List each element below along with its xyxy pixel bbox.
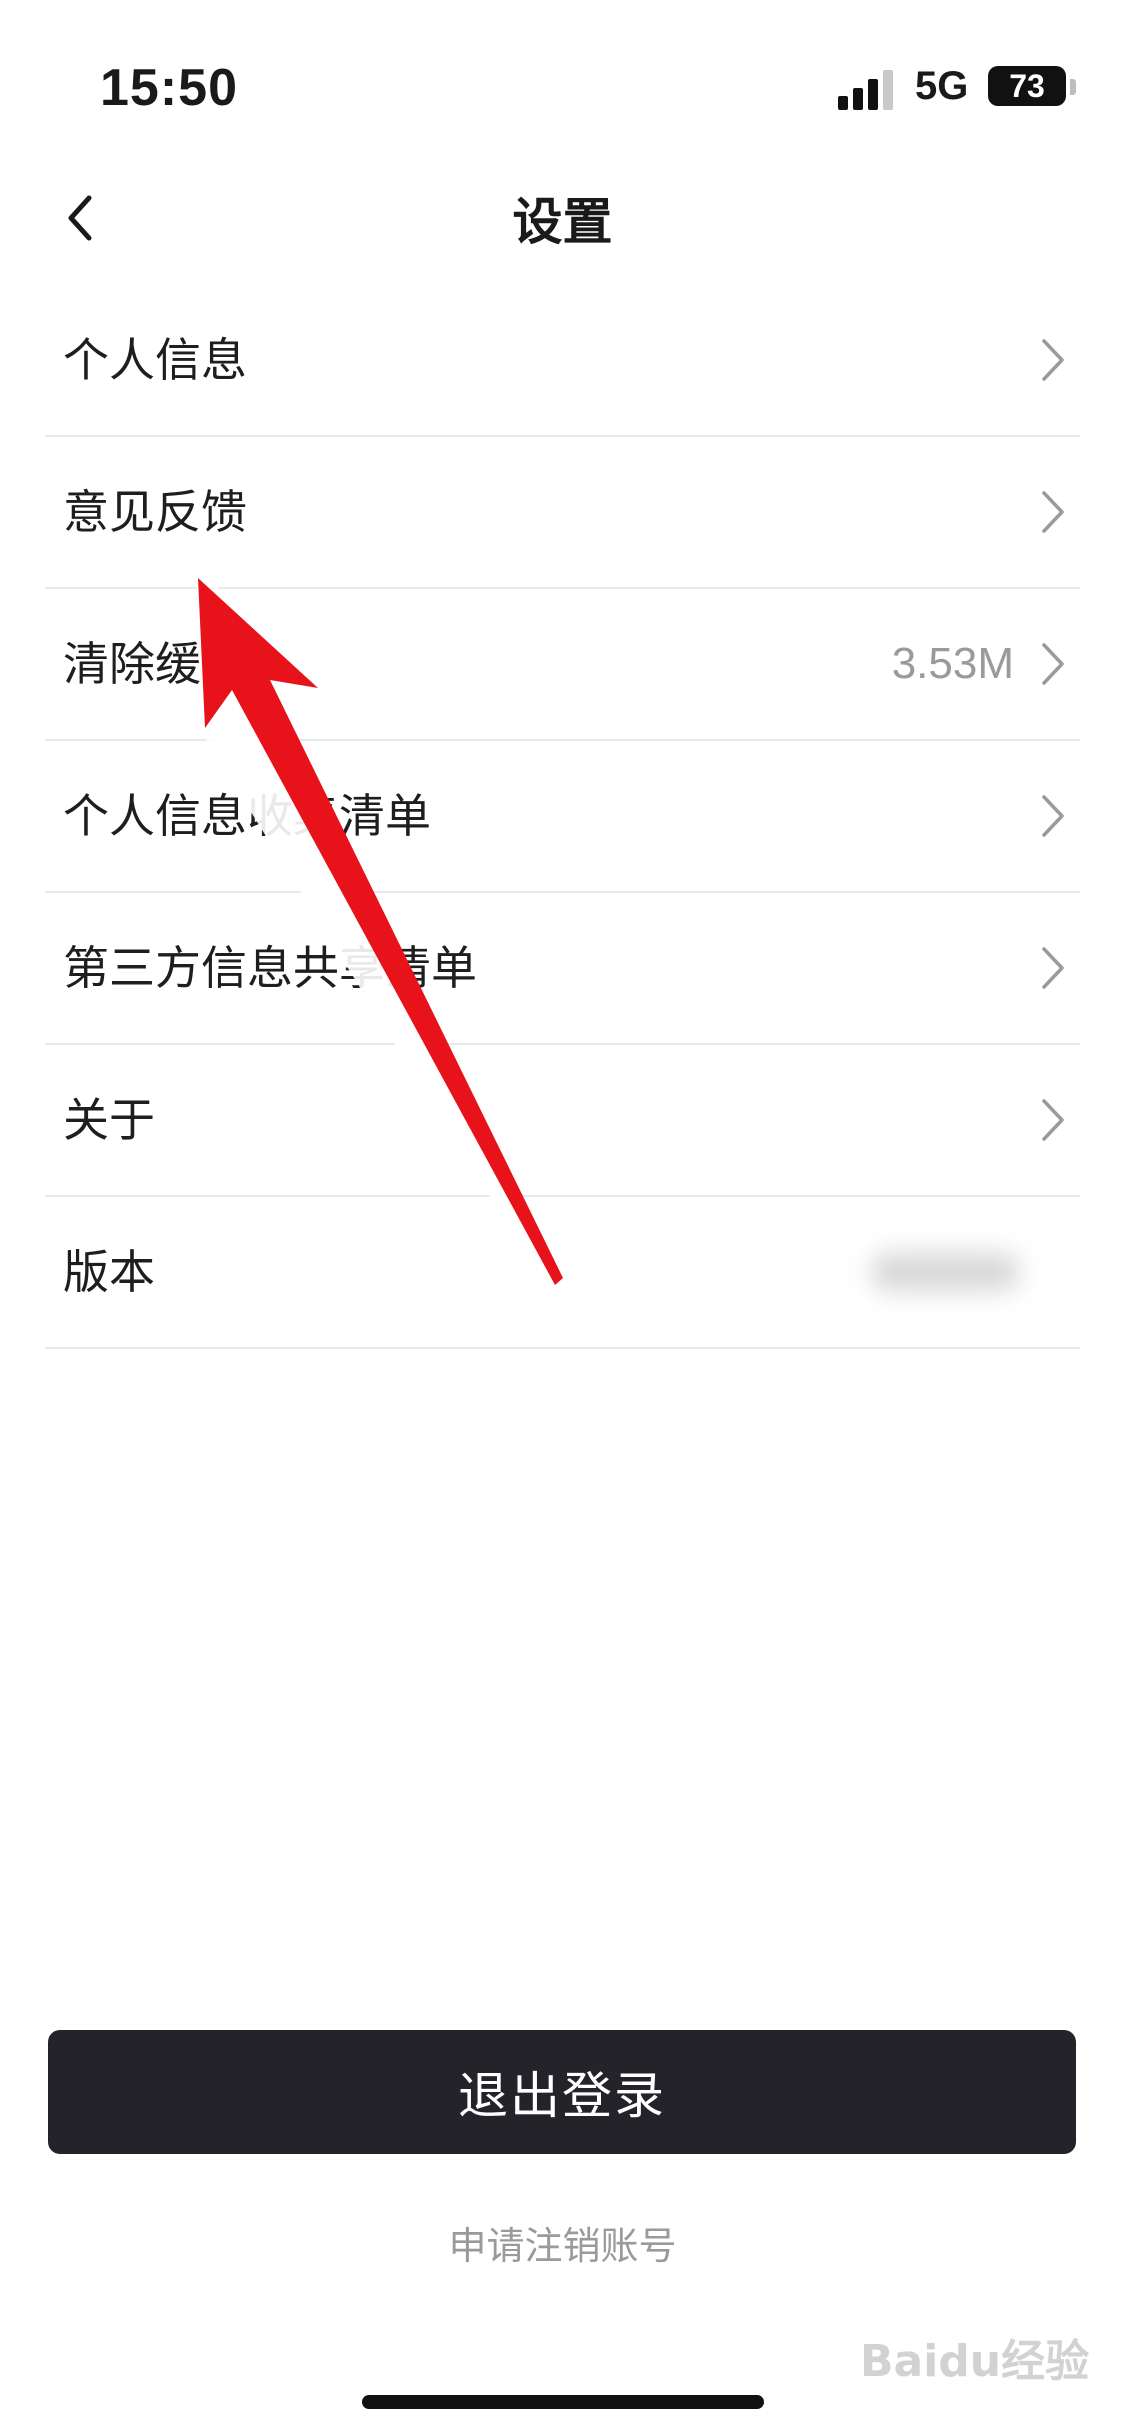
page-title: 设置 — [512, 193, 613, 251]
settings-list: 个人信息意见反馈清除缓存 3.53M 个人信息收集清单 第三方信息共享清单 关于版本 — [45, 285, 1080, 1349]
chevron-right-icon — [1042, 947, 1064, 989]
settings-row-label: 第三方信息共享清单 — [63, 941, 477, 995]
battery-cap — [1070, 79, 1076, 95]
settings-row[interactable]: 关于 — [45, 1045, 1080, 1197]
nav-bar: 设置 — [0, 160, 1125, 280]
settings-row[interactable]: 个人信息收集清单 — [45, 741, 1080, 893]
battery-icon: 73 — [988, 66, 1066, 106]
logout-button[interactable]: 退出登录 — [48, 2030, 1076, 2154]
settings-row[interactable]: 第三方信息共享清单 — [45, 893, 1080, 1045]
chevron-right-icon — [1042, 1099, 1064, 1141]
settings-row-label: 个人信息 — [63, 333, 247, 387]
settings-row[interactable]: 意见反馈 — [45, 437, 1080, 589]
settings-row-value: 3.53M — [891, 639, 1014, 688]
settings-row-label: 版本 — [63, 1245, 155, 1299]
settings-row-label: 意见反馈 — [63, 485, 247, 539]
settings-row-label: 清除缓存 — [63, 637, 247, 691]
watermark-logo: Baidu经验 — [860, 2336, 1090, 2387]
home-indicator[interactable] — [362, 2395, 764, 2409]
chevron-right-icon — [1042, 643, 1064, 685]
battery-level: 73 — [1009, 67, 1045, 104]
deactivate-account-link[interactable]: 申请注销账号 — [0, 2215, 1125, 2270]
chevron-right-icon — [1042, 795, 1064, 837]
network-type: 5G — [915, 64, 969, 108]
settings-row[interactable]: 清除缓存 3.53M — [45, 589, 1080, 741]
settings-row-label: 个人信息收集清单 — [63, 789, 431, 843]
blurred-version-value — [870, 1252, 1020, 1292]
signal-icon — [838, 68, 898, 110]
settings-row: 版本 — [45, 1197, 1080, 1349]
status-bar: 15:50 5G 73 — [0, 0, 1125, 150]
chevron-right-icon — [1042, 491, 1064, 533]
settings-row[interactable]: 个人信息 — [45, 285, 1080, 437]
settings-row-label: 关于 — [63, 1093, 155, 1147]
status-time: 15:50 — [100, 59, 238, 117]
chevron-right-icon — [1042, 339, 1064, 381]
